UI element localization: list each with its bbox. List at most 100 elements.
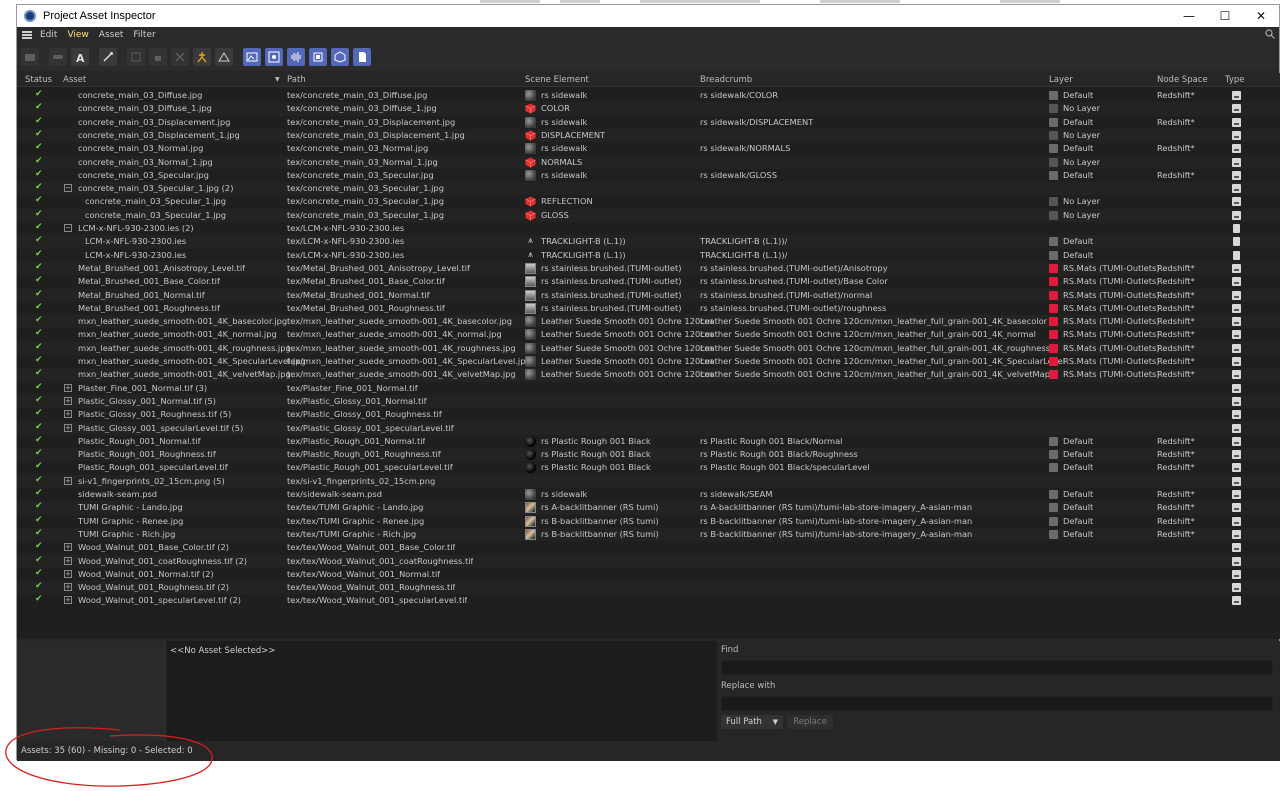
table-row[interactable]: ✔ Metal_Brushed_001_Normal.tif tex/Metal_B… xyxy=(17,288,1280,302)
menu-view[interactable]: View xyxy=(67,30,88,40)
filter-scene-icon[interactable] xyxy=(265,48,283,66)
table-row[interactable]: ✔ Plastic_Rough_001_specularLevel.tif tex/… xyxy=(17,461,1280,474)
expand-icon[interactable]: + xyxy=(64,543,72,552)
table-row[interactable]: ✔ concrete_main_03_Diffuse.jpg tex/concret… xyxy=(17,89,1280,102)
layer-name: RS.Mats (TUMI-Outlets) xyxy=(1063,369,1160,380)
breadcrumb-text: Leather Suede Smooth 001 Ochre 120cm/mxn… xyxy=(700,342,1050,353)
svg-text:A: A xyxy=(76,52,85,63)
open-folder-icon[interactable] xyxy=(21,48,39,66)
table-row[interactable]: ✔ mxn_leather_suede_smooth-001_4K_roughne… xyxy=(17,341,1280,355)
menu-bar: Edit View Asset Filter xyxy=(17,27,1279,43)
table-row[interactable]: ✔ LCM-x-NFL-930-2300.ies tex/LCM-x-NFL-930… xyxy=(17,235,1280,249)
table-row[interactable]: ✔ + Plastic_Glossy_001_specularLevel.tif (… xyxy=(17,421,1280,435)
table-row[interactable]: ✔ Metal_Brushed_001_Anisotropy_Level.tif t… xyxy=(17,261,1280,276)
table-row[interactable]: ✔ sidewalk-seam.psd tex/sidewalk-seam.psd r… xyxy=(17,488,1280,501)
filter-node-icon[interactable] xyxy=(309,48,327,66)
collapse-icon[interactable]: − xyxy=(64,184,72,193)
column-node-space[interactable]: Node Space xyxy=(1157,75,1208,85)
link-icon[interactable] xyxy=(49,48,67,66)
table-row[interactable]: ✔ concrete_main_03_Displacement_1.jpg tex/… xyxy=(17,128,1280,143)
table-row[interactable]: ✔ Plastic_Rough_001_Roughness.tif tex/Plas… xyxy=(17,448,1280,462)
table-row[interactable]: ✔ − concrete_main_03_Specular_1.jpg (2) tex… xyxy=(17,182,1280,196)
select-icon[interactable] xyxy=(127,48,145,66)
figure-icon[interactable] xyxy=(193,48,211,66)
expand-icon[interactable]: + xyxy=(64,596,72,605)
search-icon[interactable] xyxy=(1265,29,1275,39)
column-path[interactable]: Path xyxy=(287,75,306,85)
asset-name: TUMI Graphic - Renee.jpg xyxy=(78,515,184,526)
column-status[interactable]: Status xyxy=(25,75,52,85)
asset-path: tex/Plaster_Fine_001_Normal.tif xyxy=(287,382,418,393)
expand-icon[interactable]: + xyxy=(64,423,72,432)
image-type-icon xyxy=(1232,303,1241,313)
layer-color-swatch xyxy=(1049,343,1058,353)
table-row[interactable]: ✔ + Plaster_Fine_001_Normal.tif (3) tex/Pla… xyxy=(17,382,1280,395)
table-row[interactable]: ✔ + Plastic_Glossy_001_Normal.tif (5) tex/P… xyxy=(17,394,1280,409)
replace-button[interactable]: Replace xyxy=(787,715,833,729)
close-button[interactable]: ✕ xyxy=(1243,5,1279,27)
expand-icon[interactable]: + xyxy=(64,556,72,565)
maximize-button[interactable]: ☐ xyxy=(1207,5,1243,27)
column-scene-element[interactable]: Scene Element xyxy=(525,75,589,85)
table-row[interactable]: ✔ Metal_Brushed_001_Base_Color.tif tex/Met… xyxy=(17,275,1280,288)
table-row[interactable]: ✔ LCM-x-NFL-930-2300.ies tex/LCM-x-NFL-930… xyxy=(17,249,1280,262)
find-input[interactable] xyxy=(721,660,1273,675)
table-row[interactable]: ✔ concrete_main_03_Normal.jpg tex/concrete… xyxy=(17,142,1280,155)
filter-object-icon[interactable] xyxy=(331,48,349,66)
table-row[interactable]: ✔ concrete_main_03_Displacement.jpg tex/co… xyxy=(17,116,1280,129)
table-row[interactable]: ✔ + Wood_Walnut_001_Normal.tif (2) tex/tex/… xyxy=(17,568,1280,581)
path-mode-dropdown[interactable]: Full Path ▼ xyxy=(721,715,783,729)
replace-input[interactable] xyxy=(721,696,1273,711)
node-space: Redshift* xyxy=(1157,316,1195,327)
status-ok-icon: ✔ xyxy=(35,301,43,312)
layer-name: RS.Mats (TUMI-Outlets) xyxy=(1063,276,1160,287)
table-row[interactable]: ✔ + si-v1_fingerprints_02_15cm.png (5) tex/… xyxy=(17,474,1280,488)
menu-edit[interactable]: Edit xyxy=(40,30,57,40)
menu-asset[interactable]: Asset xyxy=(99,30,124,40)
expand-icon[interactable]: + xyxy=(64,383,72,392)
table-row[interactable]: ✔ concrete_main_03_Normal_1.jpg tex/concre… xyxy=(17,155,1280,169)
table-row[interactable]: ✔ mxn_leather_suede_smooth-001_4K_velvetM… xyxy=(17,368,1280,382)
expand-icon[interactable]: + xyxy=(64,583,72,592)
table-row[interactable]: ✔ + Wood_Walnut_001_specularLevel.tif (2) t… xyxy=(17,594,1280,607)
table-row[interactable]: ✔ concrete_main_03_Specular.jpg tex/concre… xyxy=(17,169,1280,182)
hamburger-menu-icon[interactable] xyxy=(22,31,32,39)
expand-icon[interactable]: + xyxy=(64,410,72,419)
table-row[interactable]: ✔ + Plastic_Glossy_001_Roughness.tif (5) te… xyxy=(17,408,1280,421)
table-row[interactable]: ✔ + Wood_Walnut_001_coatRoughness.tif (2) t… xyxy=(17,554,1280,568)
filter-document-icon[interactable] xyxy=(353,48,371,66)
remove-icon[interactable] xyxy=(171,48,189,66)
table-row[interactable]: ✔ + Wood_Walnut_001_Roughness.tif (2) tex/t… xyxy=(17,581,1280,595)
asset-path: tex/LCM-x-NFL-930-2300.ies xyxy=(287,249,405,260)
table-row[interactable]: ✔ Plastic_Rough_001_Normal.tif tex/Plastic… xyxy=(17,435,1280,448)
table-row[interactable]: ✔ + Wood_Walnut_001_Base_Color.tif (2) tex/… xyxy=(17,541,1280,554)
image-type-icon xyxy=(1232,104,1241,114)
eyedropper-icon[interactable] xyxy=(99,48,117,66)
filter-audio-icon[interactable] xyxy=(287,48,305,66)
table-row[interactable]: ✔ − LCM-x-NFL-930-2300.ies (2) tex/LCM-x-NF… xyxy=(17,222,1280,235)
expand-icon[interactable]: + xyxy=(64,396,72,405)
table-row[interactable]: ✔ concrete_main_03_Specular_1.jpg tex/conc… xyxy=(17,208,1280,222)
table-row[interactable]: ✔ mxn_leather_suede_smooth-001_4K_Specula… xyxy=(17,355,1280,368)
table-row[interactable]: ✔ concrete_main_03_Specular_1.jpg tex/conc… xyxy=(17,195,1280,208)
collapse-icon[interactable]: − xyxy=(64,224,72,232)
table-row[interactable]: ✔ TUMI Graphic - Lando.jpg tex/tex/TUMI Gr… xyxy=(17,501,1280,515)
column-layer[interactable]: Layer xyxy=(1049,75,1073,85)
table-row[interactable]: ✔ TUMI Graphic - Renee.jpg tex/tex/TUMI Gr… xyxy=(17,515,1280,528)
minimize-button[interactable]: — xyxy=(1171,5,1207,27)
expand-icon[interactable]: + xyxy=(64,569,72,578)
table-row[interactable]: ✔ concrete_main_03_Diffuse_1.jpg tex/concr… xyxy=(17,102,1280,116)
table-row[interactable]: ✔ mxn_leather_suede_smooth-001_4K_normal.… xyxy=(17,328,1280,341)
table-row[interactable]: ✔ TUMI Graphic - Rich.jpg tex/tex/TUMI Gra… xyxy=(17,527,1280,542)
filter-image-icon[interactable] xyxy=(243,48,261,66)
expand-icon[interactable]: + xyxy=(64,476,72,485)
lock-icon[interactable] xyxy=(149,48,167,66)
menu-filter[interactable]: Filter xyxy=(133,30,155,40)
table-row[interactable]: ✔ Metal_Brushed_001_Roughness.tif tex/Meta… xyxy=(17,302,1280,315)
column-breadcrumb[interactable]: Breadcrumb xyxy=(700,75,752,85)
text-icon[interactable]: A xyxy=(71,48,89,66)
column-type[interactable]: Type xyxy=(1225,75,1245,85)
column-asset[interactable]: Asset xyxy=(63,75,86,85)
triangle-icon[interactable] xyxy=(215,48,233,66)
table-row[interactable]: ✔ mxn_leather_suede_smooth-001_4K_basecol… xyxy=(17,315,1280,329)
